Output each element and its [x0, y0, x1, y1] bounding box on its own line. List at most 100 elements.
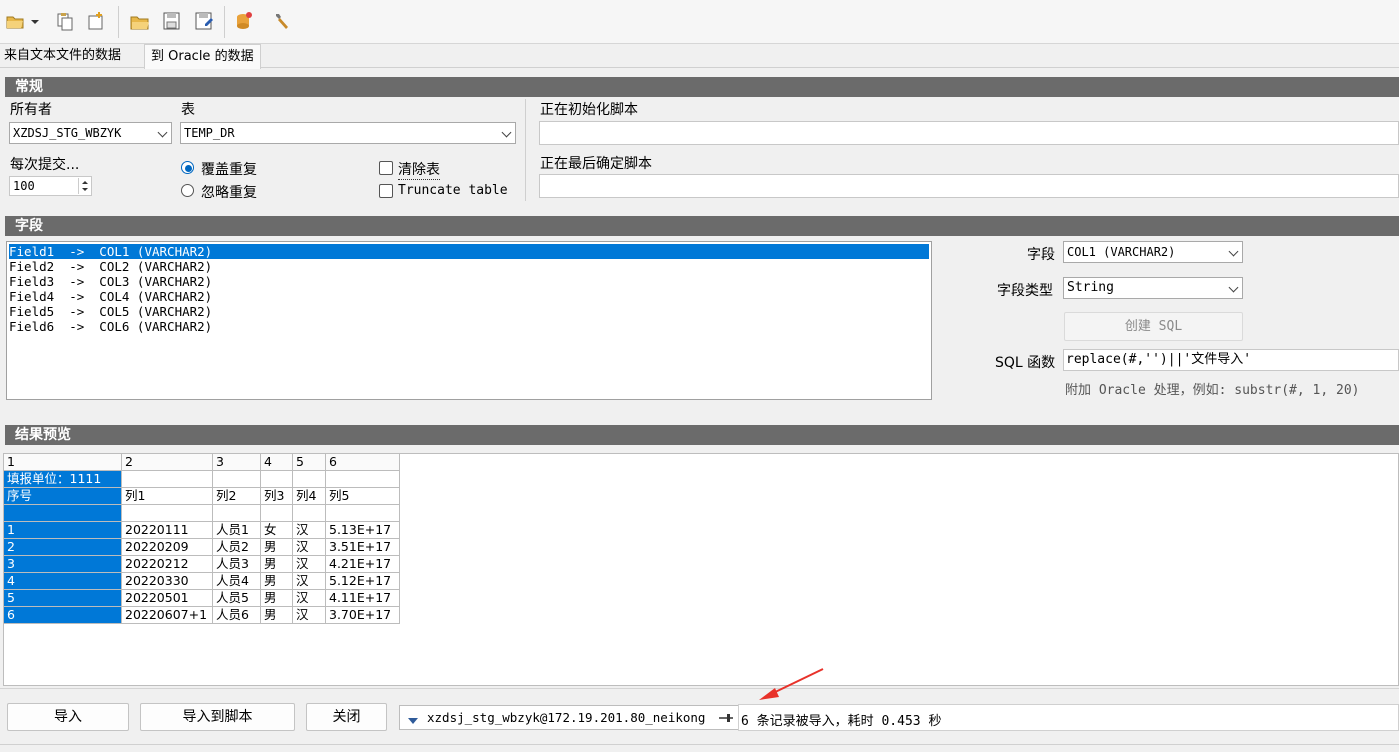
- list-item[interactable]: Field1 -> COL1 (VARCHAR2): [9, 244, 929, 259]
- preview-grid[interactable]: 1 2 3 4 5 6 填报单位：1111 序号 列1 列2 列3 列4 列5 1 20220111 人员1 女…: [3, 453, 1399, 686]
- connection-selector[interactable]: xzdsj_stg_wbzyk@172.19.201.80_neikong: [399, 705, 739, 730]
- commit-spinner[interactable]: 100: [9, 176, 92, 196]
- grid-cell[interactable]: 列4: [293, 488, 326, 505]
- grid-cell[interactable]: [326, 505, 400, 522]
- grid-cell[interactable]: 女: [261, 522, 293, 539]
- grid-cell[interactable]: [261, 471, 293, 488]
- table-select[interactable]: TEMP_DR: [180, 122, 516, 144]
- grid-row-header-cell[interactable]: 填报单位：1111: [4, 471, 122, 488]
- grid-cell[interactable]: 20220111: [122, 522, 213, 539]
- grid-cell[interactable]: [122, 471, 213, 488]
- grid-cell[interactable]: 20220607+1: [122, 607, 213, 624]
- grid-column-header[interactable]: 1: [4, 454, 122, 471]
- close-button[interactable]: 关闭: [306, 703, 387, 731]
- grid-cell[interactable]: 汉: [293, 556, 326, 573]
- grid-row-header-cell[interactable]: [4, 505, 122, 522]
- sql-function-input[interactable]: replace(#,'')||'文件导入': [1063, 349, 1399, 371]
- grid-cell[interactable]: 4.21E+17: [326, 556, 400, 573]
- grid-cell[interactable]: 男: [261, 556, 293, 573]
- wrench-icon[interactable]: [271, 10, 293, 32]
- grid-cell[interactable]: 20220501: [122, 590, 213, 607]
- grid-row-header-cell[interactable]: 序号: [4, 488, 122, 505]
- field-type-select[interactable]: String: [1063, 277, 1243, 299]
- chevron-down-icon[interactable]: [29, 10, 41, 32]
- grid-cell[interactable]: 列1: [122, 488, 213, 505]
- grid-cell[interactable]: 人员6: [213, 607, 261, 624]
- grid-column-header[interactable]: 3: [213, 454, 261, 471]
- import-to-script-button[interactable]: 导入到脚本: [140, 703, 295, 731]
- grid-column-header[interactable]: 6: [326, 454, 400, 471]
- grid-cell[interactable]: [293, 505, 326, 522]
- grid-cell[interactable]: [213, 505, 261, 522]
- copy-icon[interactable]: [54, 10, 76, 32]
- grid-cell[interactable]: 人员2: [213, 539, 261, 556]
- grid-cell[interactable]: 20220212: [122, 556, 213, 573]
- grid-cell[interactable]: 5.13E+17: [326, 522, 400, 539]
- tab-oracle-data[interactable]: 到 Oracle 的数据: [144, 44, 261, 69]
- grid-cell[interactable]: 汉: [293, 539, 326, 556]
- open-folder-icon[interactable]: [5, 10, 25, 32]
- grid-cell[interactable]: 列2: [213, 488, 261, 505]
- grid-cell[interactable]: 人员5: [213, 590, 261, 607]
- grid-column-header[interactable]: 2: [122, 454, 213, 471]
- spinner-arrows-icon[interactable]: [78, 178, 90, 194]
- grid-cell[interactable]: 男: [261, 539, 293, 556]
- radio-overwrite[interactable]: [181, 161, 194, 174]
- grid-cell[interactable]: 20220330: [122, 573, 213, 590]
- open-icon[interactable]: [129, 10, 151, 32]
- grid-cell[interactable]: 汉: [293, 573, 326, 590]
- grid-cell[interactable]: 20220209: [122, 539, 213, 556]
- grid-cell[interactable]: 男: [261, 607, 293, 624]
- grid-row-header-cell[interactable]: 3: [4, 556, 122, 573]
- grid-cell[interactable]: 5.12E+17: [326, 573, 400, 590]
- tab-text-file-data[interactable]: 来自文本文件的数据: [4, 44, 121, 68]
- field-select[interactable]: COL1 (VARCHAR2): [1063, 241, 1243, 263]
- grid-cell[interactable]: 男: [261, 573, 293, 590]
- grid-cell[interactable]: [326, 471, 400, 488]
- grid-column-header[interactable]: 4: [261, 454, 293, 471]
- grid-cell[interactable]: [213, 471, 261, 488]
- grid-row-header-cell[interactable]: 2: [4, 539, 122, 556]
- grid-row-header-cell[interactable]: 6: [4, 607, 122, 624]
- chevron-down-icon: [1228, 282, 1239, 293]
- final-script-input[interactable]: [539, 174, 1399, 198]
- grid-cell[interactable]: 列5: [326, 488, 400, 505]
- grid-cell[interactable]: 汉: [293, 522, 326, 539]
- grid-cell[interactable]: 人员3: [213, 556, 261, 573]
- import-button[interactable]: 导入: [7, 703, 129, 731]
- grid-cell[interactable]: 人员4: [213, 573, 261, 590]
- list-item[interactable]: Field2 -> COL2 (VARCHAR2): [9, 259, 212, 274]
- checkbox-clear-table[interactable]: [379, 161, 393, 175]
- pin-icon[interactable]: [718, 711, 734, 729]
- grid-cell[interactable]: 3.51E+17: [326, 539, 400, 556]
- grid-row-header-cell[interactable]: 4: [4, 573, 122, 590]
- list-item[interactable]: Field6 -> COL6 (VARCHAR2): [9, 319, 212, 334]
- grid-cell[interactable]: 汉: [293, 590, 326, 607]
- grid-cell[interactable]: 人员1: [213, 522, 261, 539]
- save-icon[interactable]: [161, 10, 183, 32]
- grid-row-header-cell[interactable]: 1: [4, 522, 122, 539]
- grid-column-header[interactable]: 5: [293, 454, 326, 471]
- list-item[interactable]: Field3 -> COL3 (VARCHAR2): [9, 274, 212, 289]
- sql-function-label: SQL 函数: [995, 355, 1056, 371]
- grid-cell[interactable]: 3.70E+17: [326, 607, 400, 624]
- db-import-icon[interactable]: [233, 10, 255, 32]
- grid-cell[interactable]: 男: [261, 590, 293, 607]
- new-icon[interactable]: [85, 10, 107, 32]
- grid-cell[interactable]: [261, 505, 293, 522]
- grid-cell[interactable]: 4.11E+17: [326, 590, 400, 607]
- grid-cell[interactable]: 汉: [293, 607, 326, 624]
- owner-select[interactable]: XZDSJ_STG_WBZYK: [9, 122, 172, 144]
- radio-ignore[interactable]: [181, 184, 194, 197]
- grid-row-header-cell[interactable]: 5: [4, 590, 122, 607]
- grid-cell[interactable]: [122, 505, 213, 522]
- list-item[interactable]: Field4 -> COL4 (VARCHAR2): [9, 289, 212, 304]
- save-as-icon[interactable]: [193, 10, 215, 32]
- list-item[interactable]: Field5 -> COL5 (VARCHAR2): [9, 304, 212, 319]
- create-sql-button[interactable]: 创建 SQL: [1064, 312, 1243, 341]
- grid-cell[interactable]: [293, 471, 326, 488]
- field-mapping-list[interactable]: Field1 -> COL1 (VARCHAR2) Field2 -> COL2…: [6, 241, 932, 400]
- checkbox-truncate[interactable]: [379, 184, 393, 198]
- init-script-input[interactable]: [539, 121, 1399, 145]
- grid-cell[interactable]: 列3: [261, 488, 293, 505]
